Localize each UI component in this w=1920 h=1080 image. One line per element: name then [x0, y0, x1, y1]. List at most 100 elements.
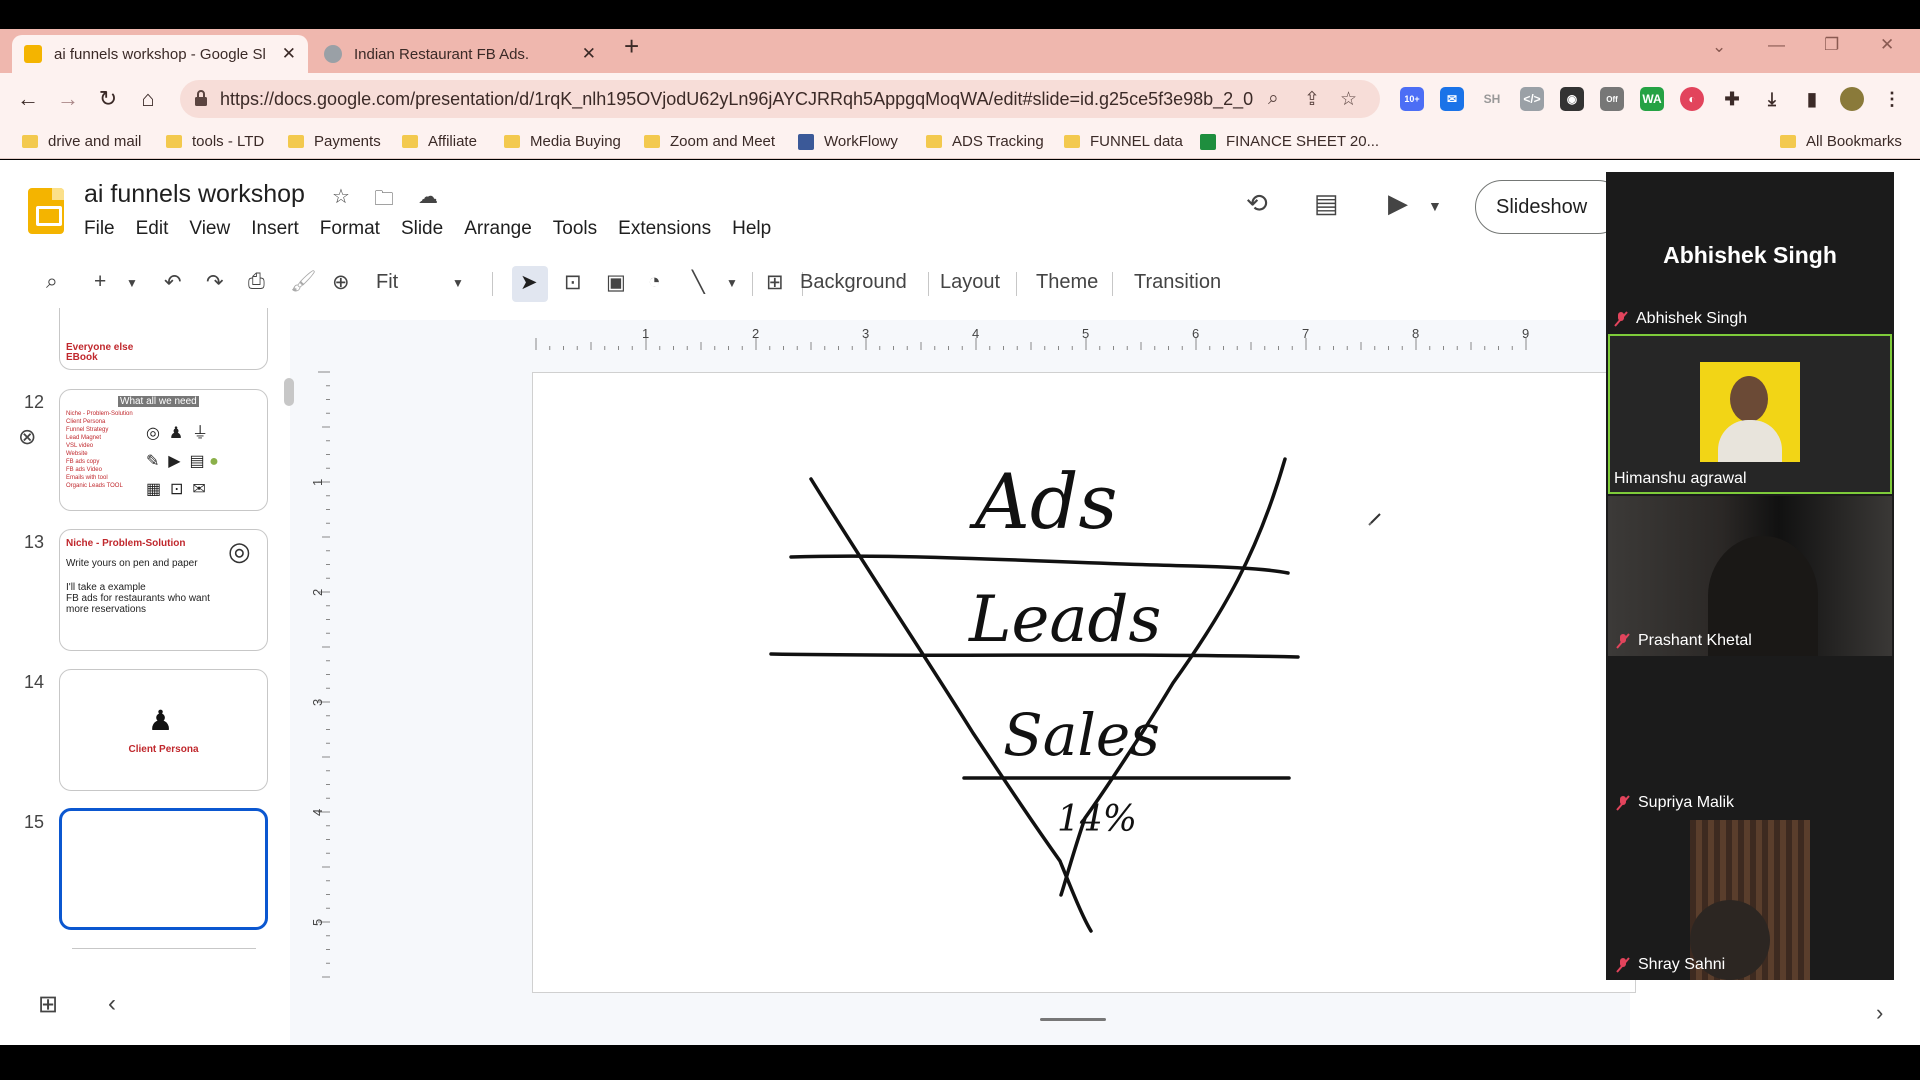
home-icon[interactable]: ⌂ — [132, 83, 164, 115]
layout-button[interactable]: Layout — [940, 271, 1000, 294]
link-icon[interactable]: ⊗ — [18, 424, 36, 450]
ad-video-icon: ⊡ — [170, 481, 184, 498]
zoom-icon[interactable]: ⌕ — [1268, 88, 1279, 110]
browser-menu-icon[interactable]: ⋮ — [1880, 87, 1904, 111]
document-title[interactable]: ai funnels workshop — [84, 180, 305, 209]
slide-thumbnail-13[interactable]: Niche - Problem-Solution Write yours on … — [59, 529, 268, 651]
redo-icon[interactable]: ↷ — [206, 270, 224, 295]
theme-button[interactable]: Theme — [1036, 271, 1098, 294]
menu-arrange[interactable]: Arrange — [464, 218, 532, 240]
extensions-puzzle-icon[interactable]: ✚ — [1720, 87, 1744, 111]
red-extension-icon[interactable]: ◐ — [1680, 87, 1704, 111]
speaker-notes-handle[interactable] — [1040, 1018, 1106, 1021]
slideshow-button[interactable]: Slideshow — [1475, 180, 1625, 234]
new-tab-icon[interactable]: + — [624, 31, 639, 62]
zoom-chevron-icon[interactable]: ▼ — [452, 276, 464, 290]
off-extension-icon[interactable]: Off — [1600, 87, 1624, 111]
bookmark-funnel-data[interactable]: FUNNEL data — [1064, 133, 1183, 150]
text-box-icon[interactable]: ⊡ — [564, 270, 582, 295]
folder-icon — [288, 135, 304, 148]
participant-tile-supriya[interactable]: Supriya Malik — [1608, 658, 1892, 818]
bookmark-zoom-and-meet[interactable]: Zoom and Meet — [644, 133, 775, 150]
undo-icon[interactable]: ↶ — [164, 270, 182, 295]
chevron-down-icon[interactable]: ▼ — [1428, 198, 1442, 214]
version-history-icon[interactable]: ⟲ — [1246, 188, 1268, 219]
forward-icon[interactable]: → — [52, 83, 84, 115]
side-panel-icon[interactable]: ▮ — [1800, 87, 1824, 111]
menu-tools[interactable]: Tools — [553, 218, 597, 240]
participant-tile-prashant[interactable]: Prashant Khetal — [1608, 496, 1892, 656]
menu-format[interactable]: Format — [320, 218, 380, 240]
bookmark-finance-sheet[interactable]: FINANCE SHEET 20... — [1200, 133, 1379, 150]
tab-indian-restaurant[interactable]: Indian Restaurant FB Ads. ✕ — [312, 35, 608, 73]
zoom-select[interactable]: Fit — [376, 271, 398, 294]
minimize-icon[interactable]: — — [1768, 35, 1785, 55]
bookmark-media-buying[interactable]: Media Buying — [504, 133, 621, 150]
shape-icon[interactable]: ◔ — [648, 270, 661, 294]
all-bookmarks[interactable]: All Bookmarks — [1780, 133, 1902, 150]
meet-camera-icon[interactable]: ▶ — [1388, 188, 1408, 219]
collapse-panel-icon[interactable]: ‹ — [108, 990, 116, 1018]
bookmark-star-icon[interactable]: ☆ — [1340, 88, 1357, 111]
slide-thumbnail-11[interactable]: Everyone else EBook — [59, 308, 268, 370]
tab-ai-funnels[interactable]: ai funnels workshop - Google Sl ✕ — [12, 35, 308, 73]
filmstrip-scrollbar[interactable] — [284, 378, 294, 406]
profile-avatar[interactable] — [1840, 87, 1864, 111]
transition-button[interactable]: Transition — [1134, 271, 1221, 294]
bookmark-affiliate[interactable]: Affiliate — [402, 133, 477, 150]
address-bar[interactable]: https://docs.google.com/presentation/d/1… — [180, 80, 1380, 118]
print-icon[interactable]: ⎙ — [248, 270, 265, 294]
cloud-saved-icon[interactable]: ☁ — [418, 184, 438, 209]
slides-logo-icon[interactable] — [28, 188, 64, 234]
paint-format-icon[interactable]: 🖌 — [290, 270, 317, 294]
menu-view[interactable]: View — [189, 218, 230, 240]
bookmark-workflowy[interactable]: WorkFlowy — [798, 133, 898, 150]
bookmark-drive-and-mail[interactable]: drive and mail — [22, 133, 141, 150]
mail-extension-icon[interactable]: ✉ — [1440, 87, 1464, 111]
whatsapp-extension-icon[interactable]: WA — [1640, 87, 1664, 111]
new-slide-icon[interactable]: + — [94, 270, 106, 294]
reload-icon[interactable]: ↻ — [92, 83, 124, 115]
insert-comment-icon[interactable]: ⊞ — [766, 270, 784, 295]
grid-view-icon[interactable]: ⊞ — [38, 990, 58, 1019]
share-icon[interactable]: ⇪ — [1304, 88, 1320, 111]
menu-help[interactable]: Help — [732, 218, 771, 240]
move-folder-icon[interactable]: 🗀 — [374, 184, 394, 218]
participant-tile-shray[interactable]: Shray Sahni — [1608, 820, 1892, 980]
sh-extension-icon[interactable]: SH — [1480, 87, 1504, 111]
new-slide-chevron-icon[interactable]: ▼ — [126, 276, 138, 290]
camera-extension-icon[interactable]: ◉ — [1560, 87, 1584, 111]
close-window-icon[interactable]: ✕ — [1880, 35, 1894, 55]
menu-insert[interactable]: Insert — [251, 218, 299, 240]
line-icon[interactable]: ╲ — [692, 270, 705, 295]
participant-tile-himanshu[interactable]: Himanshu agrawal — [1608, 334, 1892, 494]
bookmark-tools-ltd[interactable]: tools - LTD — [166, 133, 264, 150]
star-icon[interactable]: ☆ — [332, 184, 350, 209]
side-panel-expand-icon[interactable]: › — [1876, 1000, 1883, 1026]
search-menus-icon[interactable]: ⌕ — [46, 270, 58, 294]
slide-canvas[interactable]: Ads Leads Sales 14% — [532, 372, 1636, 993]
slide-thumbnail-12[interactable]: What all we need Niche - Problem-Solutio… — [59, 389, 268, 511]
zoom-icon[interactable]: ⊕ — [332, 270, 350, 295]
back-icon[interactable]: ← — [12, 83, 44, 115]
close-tab-icon[interactable]: ✕ — [282, 44, 296, 64]
slide-thumbnail-14[interactable]: ♟ Client Persona — [59, 669, 268, 791]
close-tab-icon[interactable]: ✕ — [582, 44, 596, 64]
menu-extensions[interactable]: Extensions — [618, 218, 711, 240]
bookmark-ads-tracking[interactable]: ADS Tracking — [926, 133, 1044, 150]
tab-search-icon[interactable]: ⌄ — [1712, 37, 1726, 57]
download-icon[interactable]: ⤓ — [1760, 87, 1784, 111]
menu-slide[interactable]: Slide — [401, 218, 443, 240]
menu-edit[interactable]: Edit — [136, 218, 169, 240]
insert-image-icon[interactable]: ▣ — [606, 270, 626, 295]
bookmark-payments[interactable]: Payments — [288, 133, 381, 150]
menu-file[interactable]: File — [84, 218, 115, 240]
comments-icon[interactable]: ▤ — [1314, 188, 1339, 219]
extension-badge-icon[interactable]: 10+ — [1400, 87, 1424, 111]
line-chevron-icon[interactable]: ▼ — [726, 276, 738, 290]
select-cursor-icon[interactable]: ➤ — [520, 270, 538, 295]
background-button[interactable]: Background — [800, 271, 907, 294]
slide-thumbnail-15[interactable] — [59, 808, 268, 930]
restore-icon[interactable]: ❐ — [1824, 35, 1839, 55]
code-extension-icon[interactable]: </> — [1520, 87, 1544, 111]
